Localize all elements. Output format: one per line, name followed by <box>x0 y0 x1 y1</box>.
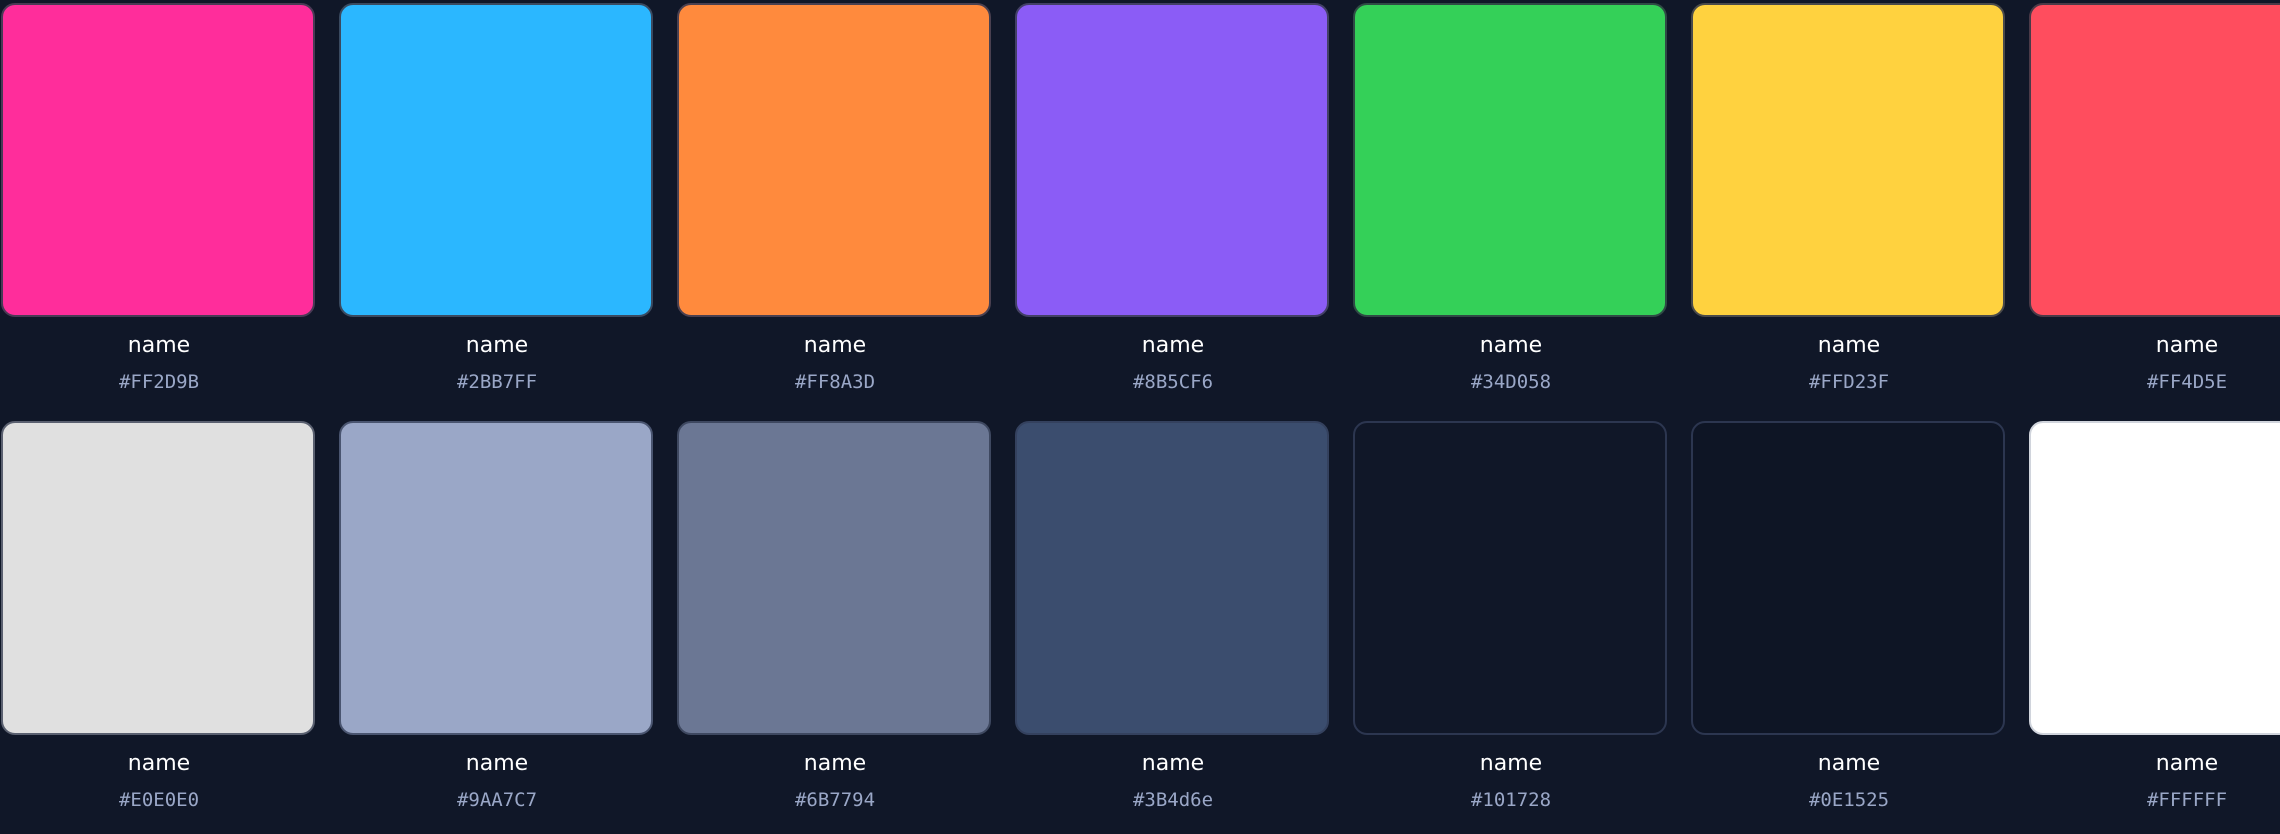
color-swatch[interactable]: name #8B5CF6 <box>1014 0 1332 416</box>
swatch-color-chip[interactable] <box>339 421 653 735</box>
swatch-color-chip[interactable] <box>1691 421 2005 735</box>
color-swatch[interactable]: name #FF8A3D <box>676 0 994 416</box>
swatch-color-chip[interactable] <box>2029 3 2280 317</box>
color-swatch[interactable]: name #FFD23F <box>1690 0 2008 416</box>
swatch-name: name <box>465 751 529 776</box>
swatch-color-chip[interactable] <box>1691 3 2005 317</box>
swatch-hex-code: #0E1525 <box>1808 789 1890 811</box>
swatch-color-chip[interactable] <box>1 3 315 317</box>
swatch-color-chip[interactable] <box>677 3 991 317</box>
swatch-name: name <box>127 333 191 358</box>
swatch-name: name <box>1479 333 1543 358</box>
color-swatch[interactable]: name #FF4D5E <box>2028 0 2280 416</box>
color-swatch[interactable]: name #3B4d6e <box>1014 418 1332 834</box>
swatch-color-chip[interactable] <box>2029 421 2280 735</box>
color-swatch[interactable]: name #E0E0E0 <box>0 418 318 834</box>
swatch-name: name <box>803 751 867 776</box>
color-swatch[interactable]: name #34D058 <box>1352 0 1670 416</box>
swatch-name: name <box>1817 751 1881 776</box>
swatch-hex-code: #8B5CF6 <box>1132 371 1214 393</box>
swatch-hex-code: #FF8A3D <box>794 371 876 393</box>
color-swatch[interactable]: name #101728 <box>1352 418 1670 834</box>
color-swatch[interactable]: name #6B7794 <box>676 418 994 834</box>
swatch-name: name <box>2155 751 2219 776</box>
swatch-name: name <box>1141 333 1205 358</box>
swatch-color-chip[interactable] <box>339 3 653 317</box>
swatch-name: name <box>2155 333 2219 358</box>
swatch-color-chip[interactable] <box>1015 3 1329 317</box>
color-swatch[interactable]: name #FFFFFF <box>2028 418 2280 834</box>
swatch-hex-code: #9AA7C7 <box>456 789 538 811</box>
swatch-name: name <box>1141 751 1205 776</box>
swatch-color-chip[interactable] <box>1 421 315 735</box>
swatch-color-chip[interactable] <box>1353 421 1667 735</box>
swatch-name: name <box>803 333 867 358</box>
swatch-color-chip[interactable] <box>677 421 991 735</box>
swatch-hex-code: #6B7794 <box>794 789 876 811</box>
swatch-hex-code: #FFFFFF <box>2146 789 2228 811</box>
swatch-hex-code: #FF4D5E <box>2146 371 2228 393</box>
swatch-hex-code: #2BB7FF <box>456 371 538 393</box>
swatch-name: name <box>465 333 529 358</box>
swatch-hex-code: #34D058 <box>1470 371 1552 393</box>
swatch-color-chip[interactable] <box>1353 3 1667 317</box>
swatch-name: name <box>1817 333 1881 358</box>
swatch-hex-code: #FFD23F <box>1808 371 1890 393</box>
swatch-hex-code: #FF2D9B <box>118 371 200 393</box>
color-swatch[interactable]: name #FF2D9B <box>0 0 318 416</box>
swatch-hex-code: #E0E0E0 <box>118 789 200 811</box>
swatch-name: name <box>1479 751 1543 776</box>
swatch-hex-code: #101728 <box>1470 789 1552 811</box>
color-swatch[interactable]: name #0E1525 <box>1690 418 2008 834</box>
color-swatch[interactable]: name #9AA7C7 <box>338 418 656 834</box>
color-swatch[interactable]: name #2BB7FF <box>338 0 656 416</box>
swatch-hex-code: #3B4d6e <box>1132 789 1214 811</box>
swatch-name: name <box>127 751 191 776</box>
color-palette-grid: name #FF2D9B name #2BB7FF name #FF8A3D name #8B… <box>0 0 2280 820</box>
swatch-color-chip[interactable] <box>1015 421 1329 735</box>
